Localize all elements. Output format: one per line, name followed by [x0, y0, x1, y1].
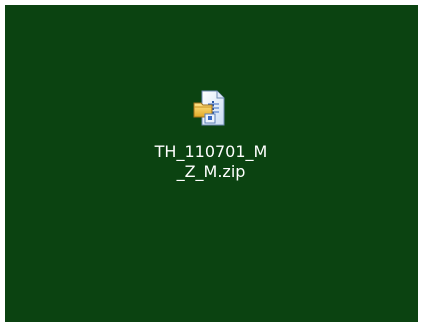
file-name-label[interactable]: TH_110701_M _Z_M.zip: [136, 142, 286, 182]
window-frame: TH_110701_M _Z_M.zip: [0, 0, 423, 327]
desktop-file-item[interactable]: TH_110701_M _Z_M.zip: [133, 88, 289, 182]
zip-archive-icon: [191, 88, 231, 128]
desktop[interactable]: TH_110701_M _Z_M.zip: [5, 5, 418, 322]
